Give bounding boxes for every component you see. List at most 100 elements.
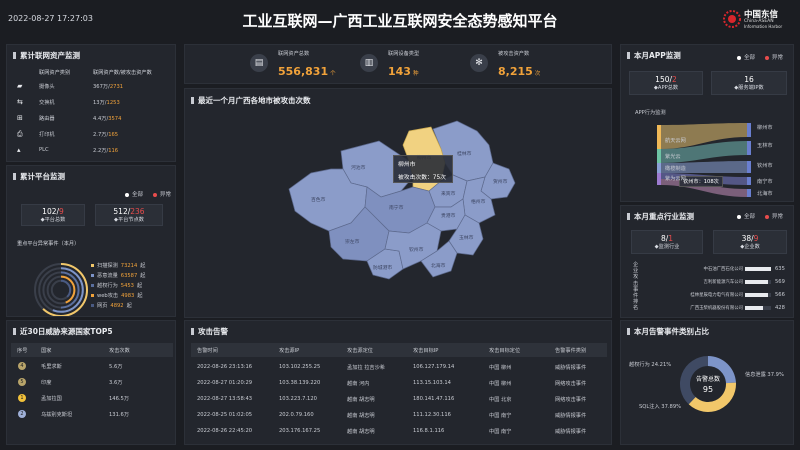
asset-name: PLC (39, 147, 49, 153)
event-name: 越权行为 (97, 283, 118, 289)
asset-total: 4.4万 (93, 116, 107, 122)
event-swatch (91, 264, 94, 267)
asset-attacked: 3574 (108, 116, 122, 122)
event-unit: 起 (136, 283, 143, 289)
plc-icon: ▴ (17, 146, 21, 154)
platform-title: 累计平台监测 (20, 172, 65, 181)
rank-badge-icon: 2 (18, 410, 26, 418)
event-swatch (91, 294, 94, 297)
stat-unit: 种 (412, 71, 419, 77)
threat-col-rank: 序号 (17, 348, 28, 354)
map-city-label: 来宾市 (441, 190, 456, 197)
industry-value: 8 (660, 234, 666, 243)
attack-col-header: 攻击源IP (279, 348, 300, 354)
stat-value: 143 (388, 65, 411, 78)
stat-label: 被攻击资产数 (498, 51, 530, 57)
logo-mark-icon (723, 10, 741, 28)
asset-icon: ▤ (250, 54, 268, 72)
asset-total: 13万 (93, 100, 105, 106)
attack-cell: 203.176.167.25 (279, 428, 321, 434)
threat-country: 印度 (41, 380, 52, 386)
attack-cell: 111.12.30.116 (413, 412, 451, 418)
stat-unit: 个 (330, 71, 336, 77)
threat-count: 131.6万 (109, 412, 130, 418)
legend-abnormal: 异常 (153, 190, 171, 198)
alarm-panel: 本月告警事件类别占比 告警总数 95 越权行为 24.21% 信息泄露 37.9… (620, 320, 794, 445)
attack-col-header: 攻击目标定位 (489, 348, 521, 354)
event-item: 网页 4892 起 (91, 302, 132, 309)
industry-title: 本月重点行业监测 (634, 212, 694, 221)
asset-total: 2.2万 (93, 148, 107, 154)
guangxi-map[interactable]: 河池市 桂林市贺州市 柳州市来宾市梧州市 百色市南宁市贵港市玉林市崇左市防城港市 钦州市… (281, 111, 531, 311)
asset-name: 摄像头 (39, 84, 55, 90)
threat-country: 毛里求斯 (41, 364, 62, 370)
industry-panel: 本月重点行业监测 全部 异常 8/1 ◆监测行业 38/9 ◆企业数 企业攻击事… (620, 205, 794, 318)
rank-number: 4 (20, 363, 24, 369)
industry-abn: 1 (668, 234, 674, 243)
attack-cell: 威胁情报事件 (555, 413, 587, 419)
attack-cell: 中国 南宁 (489, 429, 512, 435)
attack-cell: 202.0.79.160 (279, 412, 314, 418)
event-name: 恶意流量 (97, 273, 118, 279)
asset-attacked: 1253 (106, 100, 120, 106)
legend-all-label: 全部 (744, 55, 756, 61)
enterprise-bar (745, 293, 769, 297)
platform-sub: 重点平台异常事件（本月） (17, 241, 80, 247)
threat-header (11, 343, 173, 357)
event-item: web攻击 4983 起 (91, 292, 143, 299)
enterprise-value: 569 (775, 279, 785, 285)
alarm-title: 本月告警事件类别占比 (634, 327, 709, 336)
platform-node-label: 平台节点数 (118, 217, 144, 223)
tooltip-city: 柳州市 (398, 162, 416, 168)
enterprise-box: 38/9 ◆企业数 (713, 230, 787, 254)
sankey-target-label: 北海市 (757, 191, 773, 197)
stat-value-wrap: 143 种 (388, 60, 418, 79)
platform-total-abn: 9 (59, 207, 64, 216)
rank-number: 1 (20, 395, 24, 401)
event-name: web攻击 (97, 293, 119, 299)
stat-label: 联网设备类型 (388, 51, 420, 57)
threat-country: 孟加拉国 (41, 396, 62, 402)
event-value: 5453 (120, 282, 134, 289)
event-name: 网页 (97, 303, 108, 309)
app-sub: APP行为监测 (635, 110, 666, 116)
event-unit: 起 (140, 263, 146, 269)
threat-title: 近30日威胁来源国家TOP5 (20, 327, 113, 336)
device-icon: ▥ (360, 54, 378, 72)
map-city-label: 百色市 (311, 196, 326, 203)
enterprise-name: 吉利新能源汽车公司 (703, 280, 743, 285)
logo: 中国东信 China-ASEAN Information Harbor (722, 8, 794, 32)
platform-total-value: 102 (42, 207, 57, 216)
platform-total-box: 102/9 ◆平台总数 (21, 204, 85, 226)
sankey-target-label: 钦州市 (757, 163, 773, 169)
attack-cell: 180.141.47.116 (413, 396, 455, 402)
rank-number: 5 (20, 379, 24, 385)
asset-attacked: 165 (108, 132, 119, 138)
asset-name: 路由器 (39, 116, 55, 122)
enterprise-value: 635 (775, 266, 785, 272)
event-unit: 起 (137, 293, 143, 299)
event-swatch (91, 274, 94, 277)
event-value: 73214 (120, 262, 138, 269)
event-value: 4892 (110, 302, 124, 309)
map-city-label: 南宁市 (389, 204, 404, 211)
attack-header (191, 343, 607, 357)
attack-cell: 106.127.179.14 (413, 364, 455, 370)
threat-country: 乌兹别克斯坦 (41, 412, 73, 418)
platform-panel: 累计平台监测 全部 异常 102/9 ◆平台总数 512/236 ◆平台节点数 … (6, 165, 176, 317)
sankey-source-label: 航天云网 (665, 138, 686, 144)
threat-col-count: 攻击次数 (109, 348, 130, 354)
attack-col-header: 攻击源定位 (347, 348, 373, 354)
assets-panel: 累计联网资产监测 联网资产类别 联网资产数/被攻击资产数 ▰ 摄像头 367万/27… (6, 44, 176, 162)
map-city-label: 防城港市 (373, 264, 392, 271)
map-city-label: 桂林市 (457, 150, 472, 157)
asset-counts: 2.2万/116 (93, 147, 118, 154)
event-item: 越权行为 5453 起 (91, 282, 142, 289)
event-unit: 起 (140, 273, 146, 279)
enterprise-value: 38 (741, 234, 752, 243)
asset-counts: 2.7万/165 (93, 131, 118, 138)
map-city-label: 北海市 (431, 262, 446, 269)
app-ip-box: 16 ◆服务端IP数 (711, 71, 787, 95)
map-panel: 最近一个月广西各地市被攻击次数 河池市 桂林市贺州市 柳州市来宾市梧州市 百色市南宁市… (184, 88, 612, 318)
legend-abnormal-label: 异常 (772, 214, 784, 220)
